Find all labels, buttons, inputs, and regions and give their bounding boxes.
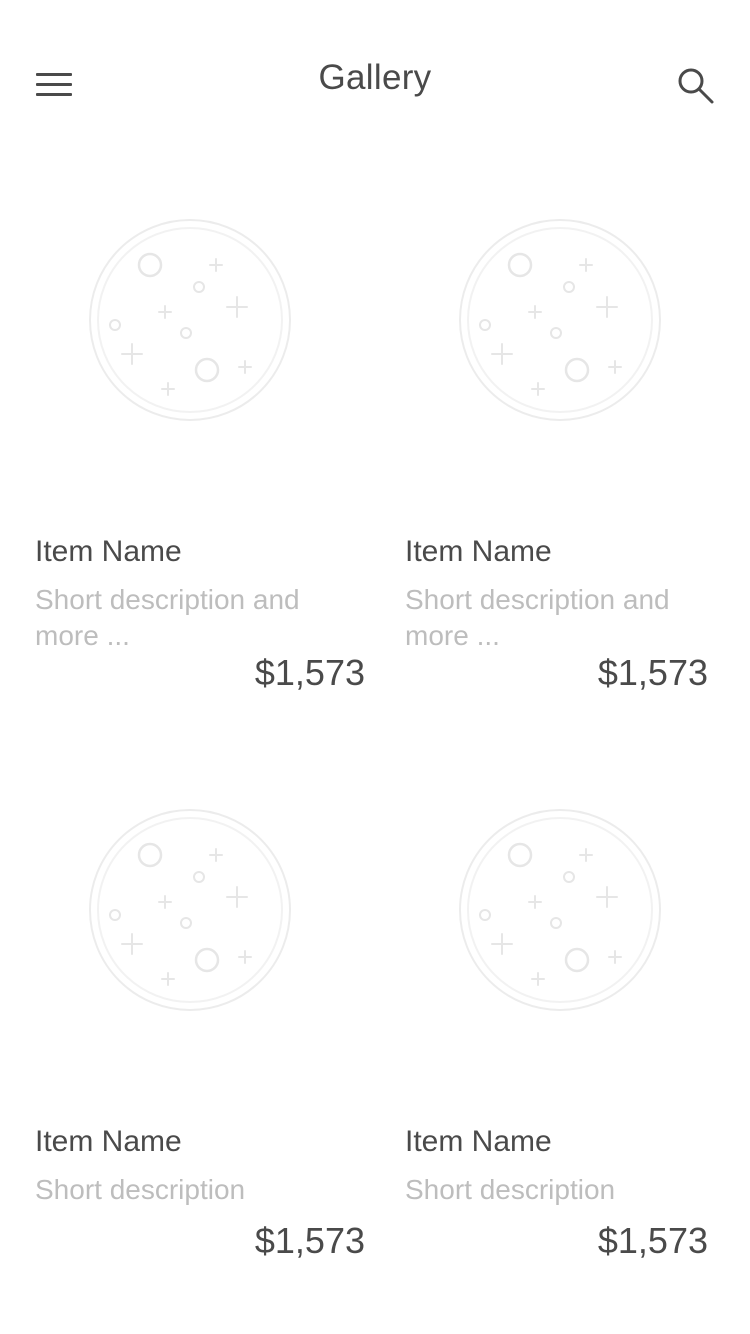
placeholder-image-icon	[85, 215, 295, 425]
app-header: Gallery	[0, 0, 750, 165]
page-title: Gallery	[318, 58, 432, 97]
gallery-card[interactable]: Item Name Short description $1,573	[35, 805, 365, 1265]
item-price: $1,573	[597, 652, 708, 693]
item-price: $1,573	[597, 1220, 708, 1261]
item-name: Item Name	[405, 535, 552, 568]
item-description: Short description and more ...	[35, 584, 300, 651]
gallery-card[interactable]: Item Name Short description and more ...…	[405, 215, 708, 695]
item-price: $1,573	[254, 652, 365, 693]
item-description: Short description	[405, 1174, 616, 1205]
item-name: Item Name	[35, 1125, 182, 1158]
placeholder-image-icon	[455, 805, 665, 1015]
item-description: Short description	[35, 1174, 246, 1205]
gallery-card[interactable]: Item Name Short description and more ...…	[35, 215, 365, 695]
placeholder-image-icon	[455, 215, 665, 425]
item-price: $1,573	[254, 1220, 365, 1261]
item-name: Item Name	[35, 535, 182, 568]
search-icon[interactable]	[672, 62, 718, 108]
gallery-card[interactable]: Item Name Short description $1,573	[405, 805, 708, 1265]
placeholder-image-icon	[85, 805, 295, 1015]
item-description: Short description and more ...	[405, 584, 670, 651]
item-name: Item Name	[405, 1125, 552, 1158]
